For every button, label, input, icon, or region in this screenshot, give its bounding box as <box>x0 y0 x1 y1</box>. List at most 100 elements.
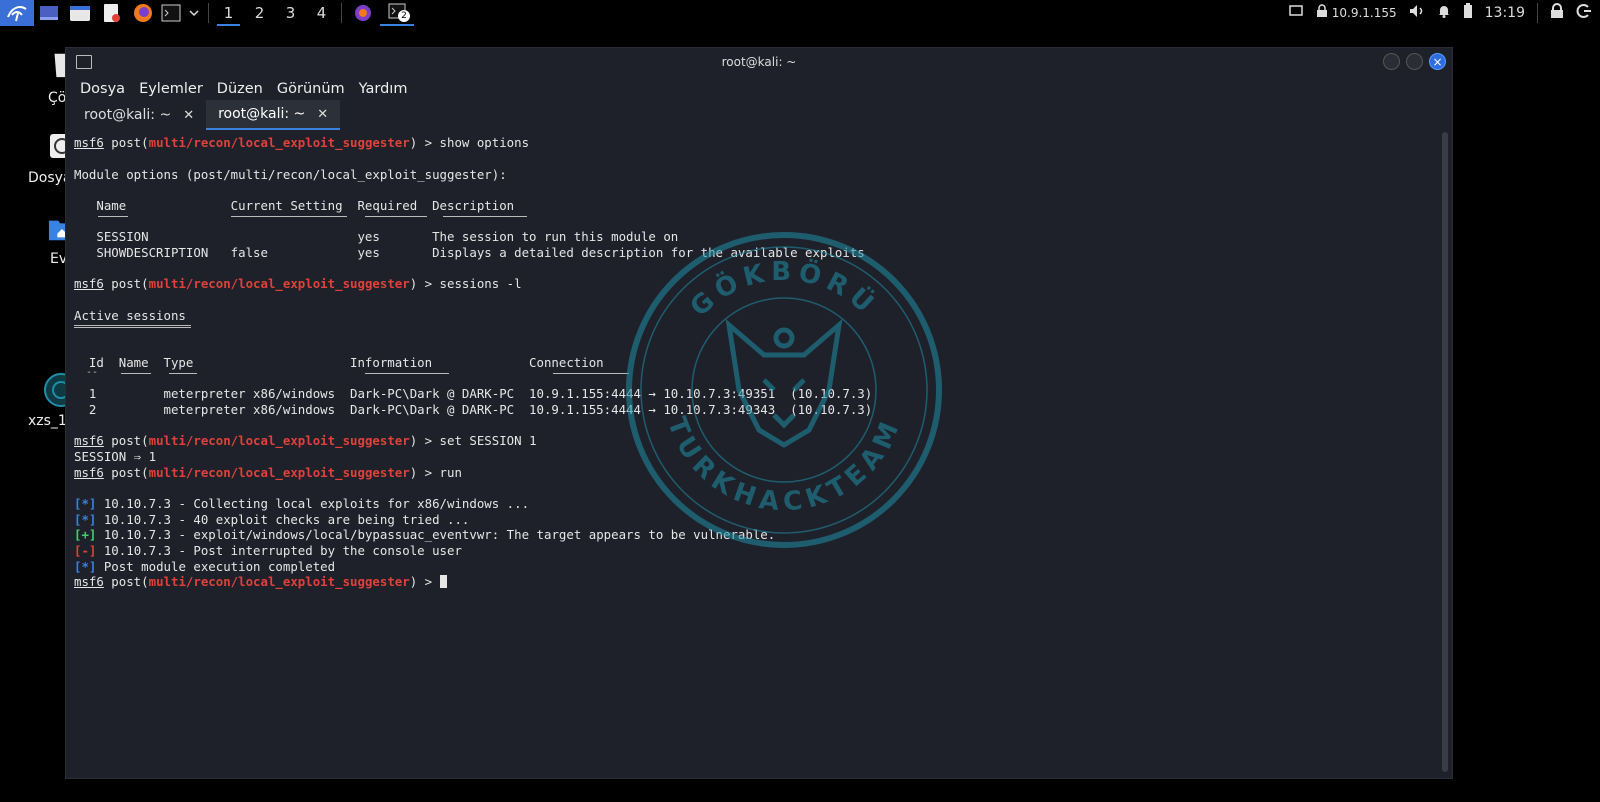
status-text: 10.10.7.3 - 40 exploit checks are being … <box>96 512 470 527</box>
maximize-button[interactable] <box>1406 53 1423 70</box>
lock-screen-icon[interactable] <box>1550 3 1564 23</box>
status-tag-info: [*] <box>74 512 97 527</box>
prompt-line: msf6 post(multi/recon/local_exploit_sugg… <box>74 465 462 481</box>
options-table-row: SESSION yes The session to run this modu… <box>74 229 679 244</box>
header-underline <box>98 216 128 217</box>
terminal-scrollbar[interactable] <box>1442 132 1448 772</box>
panel-separator <box>208 3 209 23</box>
header-underline <box>553 373 629 374</box>
notification-bell-icon[interactable] <box>1437 4 1451 22</box>
command: show options <box>439 135 530 150</box>
sessions-id-underline: -- <box>74 367 99 378</box>
workspace-label: 1 <box>223 4 234 22</box>
chevron-down-icon[interactable] <box>184 0 204 26</box>
file-manager-icon[interactable] <box>64 0 96 26</box>
network-indicator[interactable]: 10.9.1.155 <box>1315 4 1397 22</box>
firefox-icon[interactable] <box>128 0 158 26</box>
sessions-table-header: Id Name Type Information Connection <box>74 355 604 370</box>
status-tag-info: [*] <box>74 496 97 511</box>
sessions-table-row: 2 meterpreter x86/windows Dark-PC\Dark @… <box>74 402 873 417</box>
workspace-label: 3 <box>285 4 296 22</box>
prompt-post: post( <box>103 135 149 150</box>
workspace-2[interactable]: 2 <box>244 0 275 26</box>
minimize-button[interactable] <box>1383 53 1400 70</box>
tab-close-icon[interactable]: ✕ <box>317 107 328 122</box>
options-table-row: SHOWDESCRIPTION false yes Displays a det… <box>74 245 865 260</box>
battery-icon[interactable] <box>1463 3 1473 23</box>
close-button[interactable]: × <box>1429 53 1446 70</box>
volume-icon[interactable] <box>1409 4 1425 22</box>
status-line: [*] 10.10.7.3 - Collecting local exploit… <box>74 496 529 512</box>
network-lock-icon <box>1315 4 1329 22</box>
menu-yardim[interactable]: Yardım <box>359 81 408 97</box>
menu-gorunum[interactable]: Görünüm <box>277 81 345 97</box>
tab-label: root@kali: ~ <box>218 106 306 122</box>
prompt-msf: msf6 <box>74 465 104 480</box>
prompt-msf: msf6 <box>74 433 104 448</box>
status-tag-error: [-] <box>74 543 97 558</box>
header-underline <box>121 373 151 374</box>
ip-address: 10.9.1.155 <box>1331 6 1397 20</box>
system-tray: 10.9.1.155 13:19 <box>1289 0 1600 26</box>
sessions-table-row: 1 meterpreter x86/windows Dark-PC\Dark @… <box>74 386 873 401</box>
workspace-4[interactable]: 4 <box>306 0 337 26</box>
taskbar-firefox-icon[interactable] <box>346 0 380 26</box>
tab-1[interactable]: root@kali: ~ ✕ <box>72 100 206 130</box>
top-panel: 1 2 3 4 2 10.9.1.155 13:19 <box>0 0 1600 26</box>
prompt-end: ) > <box>409 135 440 150</box>
show-desktop-icon[interactable] <box>34 0 64 26</box>
prompt-end: ) > <box>409 276 440 291</box>
status-text: 10.10.7.3 - Post interrupted by the cons… <box>96 543 462 558</box>
window-controls: × <box>1383 53 1446 70</box>
menu-duzen[interactable]: Düzen <box>217 81 263 97</box>
terminal-window-icon <box>76 55 92 69</box>
display-icon[interactable] <box>1289 5 1303 21</box>
menu-eylemler[interactable]: Eylemler <box>139 81 203 97</box>
terminal-count-badge: 2 <box>398 10 410 22</box>
status-text: Post module execution completed <box>96 559 336 574</box>
prompt-line: msf6 post(multi/recon/local_exploit_sugg… <box>74 433 537 449</box>
taskbar-terminal-icon[interactable]: 2 <box>380 0 414 26</box>
workspace-3[interactable]: 3 <box>275 0 306 26</box>
prompt-end: ) > <box>409 433 440 448</box>
tab-close-icon[interactable]: ✕ <box>183 108 194 123</box>
prompt-end: ) > <box>409 574 440 589</box>
clock[interactable]: 13:19 <box>1485 5 1525 21</box>
command: run <box>439 465 462 480</box>
prompt-msf: msf6 <box>74 574 104 589</box>
header-underline <box>365 373 449 374</box>
prompt-msf: msf6 <box>74 276 104 291</box>
status-line: [*] Post module execution completed <box>74 559 335 575</box>
prompt-post: post( <box>103 276 149 291</box>
status-text: 10.10.7.3 - Collecting local exploits fo… <box>96 496 530 511</box>
terminal-launcher-icon[interactable] <box>158 0 184 26</box>
heading-double-underline <box>74 325 191 328</box>
text-editor-icon[interactable] <box>96 0 128 26</box>
header-underline <box>443 216 527 217</box>
logout-icon[interactable] <box>1576 3 1592 23</box>
tab-2[interactable]: root@kali: ~ ✕ <box>206 100 341 130</box>
output-line: Module options (post/multi/recon/local_e… <box>74 167 507 182</box>
terminal-output[interactable]: msf6 post( multi/recon/local_exploit_sugg… <box>66 132 1438 772</box>
tray-separator <box>1537 3 1538 23</box>
window-title: root@kali: ~ <box>721 55 797 69</box>
menu-bar: Dosya Eylemler Düzen Görünüm Yardım <box>66 76 1466 102</box>
workspace-1[interactable]: 1 <box>213 0 244 26</box>
command: sessions -l <box>439 276 522 291</box>
header-underline <box>365 216 427 217</box>
status-text: 10.10.7.3 - exploit/windows/local/bypass… <box>96 527 776 542</box>
menu-dosya[interactable]: Dosya <box>80 81 125 97</box>
desktop-icon-label: Ev <box>50 251 68 267</box>
window-titlebar[interactable]: root@kali: ~ × <box>66 48 1452 76</box>
panel-separator <box>341 3 342 23</box>
status-tag-success: [+] <box>74 527 97 542</box>
workspace-label: 2 <box>254 4 265 22</box>
status-line: [*] 10.10.7.3 - 40 exploit checks are be… <box>74 512 469 528</box>
status-line: [-] 10.10.7.3 - Post interrupted by the … <box>74 543 462 559</box>
terminal-window: root@kali: ~ × Dosya Eylemler Düzen Görü… <box>66 48 1452 778</box>
prompt-line: msf6 post(multi/recon/local_exploit_sugg… <box>74 276 522 292</box>
prompt-line-active[interactable]: msf6 post(multi/recon/local_exploit_sugg… <box>74 574 447 590</box>
kali-menu-icon[interactable] <box>0 0 34 26</box>
module-path: multi/recon/local_exploit_suggester <box>148 465 410 480</box>
options-table-header: Name Current Setting Required Descriptio… <box>74 198 515 213</box>
